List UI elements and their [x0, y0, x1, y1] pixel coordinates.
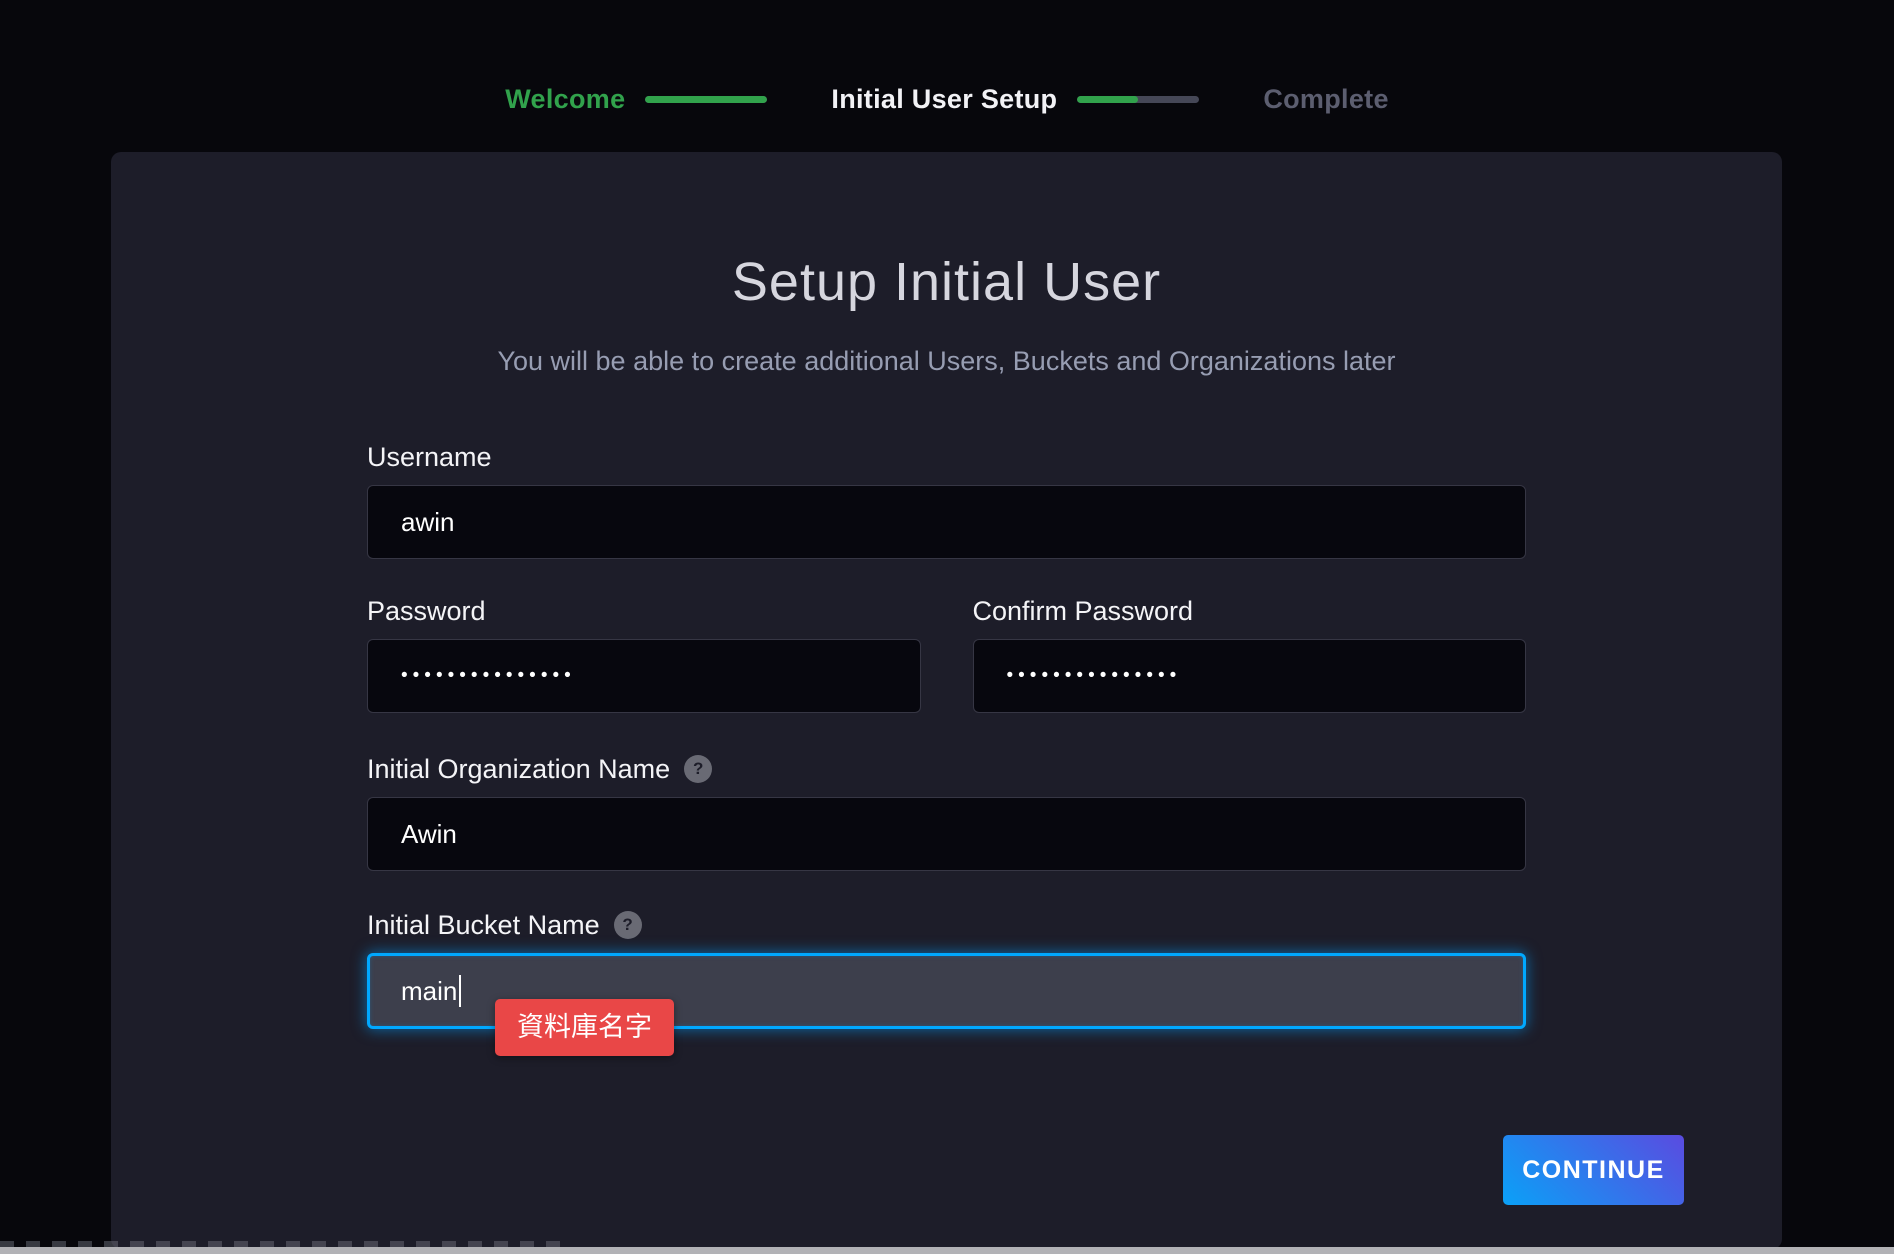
confirm-password-input[interactable] — [973, 639, 1527, 713]
password-row: Password Confirm Password — [367, 595, 1526, 713]
organization-label: Initial Organization Name — [367, 753, 670, 785]
step-initial-user-setup-progress-bar — [1077, 96, 1199, 103]
confirm-password-field-group: Confirm Password — [973, 595, 1527, 713]
initial-user-form: Username Password Confirm Password In — [367, 441, 1526, 1029]
bucket-annotation-tooltip: 資料庫名字 — [495, 999, 674, 1056]
bucket-label: Initial Bucket Name — [367, 909, 600, 941]
background-window-edge — [0, 1247, 1894, 1254]
password-input[interactable] — [367, 639, 921, 713]
step-welcome-label: Welcome — [505, 84, 625, 115]
organization-input[interactable] — [367, 797, 1526, 871]
stepper-step-welcome: Welcome — [505, 84, 767, 115]
username-label: Username — [367, 441, 492, 473]
step-complete-label: Complete — [1263, 84, 1388, 115]
stepper-step-initial-user-setup: Initial User Setup — [831, 84, 1199, 115]
page-subtitle: You will be able to create additional Us… — [111, 345, 1782, 377]
confirm-password-label: Confirm Password — [973, 595, 1194, 627]
setup-panel: Setup Initial User You will be able to c… — [111, 152, 1782, 1249]
step-initial-user-setup-label: Initial User Setup — [831, 84, 1057, 115]
page-title: Setup Initial User — [111, 255, 1782, 309]
bucket-field-group: Initial Bucket Name ? main 資料庫名字 — [367, 909, 1526, 1029]
onboarding-stepper: Welcome Initial User Setup Complete — [0, 84, 1894, 115]
username-field-group: Username — [367, 441, 1526, 559]
password-field-group: Password — [367, 595, 921, 713]
step-welcome-progress-bar — [645, 96, 767, 103]
password-label: Password — [367, 595, 486, 627]
username-input[interactable] — [367, 485, 1526, 559]
step-welcome-progress-fill — [645, 96, 767, 103]
text-caret — [459, 975, 461, 1007]
organization-field-group: Initial Organization Name ? — [367, 753, 1526, 871]
continue-button[interactable]: CONTINUE — [1503, 1135, 1684, 1205]
bucket-help-icon[interactable]: ? — [614, 911, 642, 939]
stepper-step-complete: Complete — [1263, 84, 1388, 115]
bucket-input-value: main — [401, 976, 457, 1007]
step-initial-user-setup-progress-fill — [1077, 96, 1138, 103]
organization-help-icon[interactable]: ? — [684, 755, 712, 783]
